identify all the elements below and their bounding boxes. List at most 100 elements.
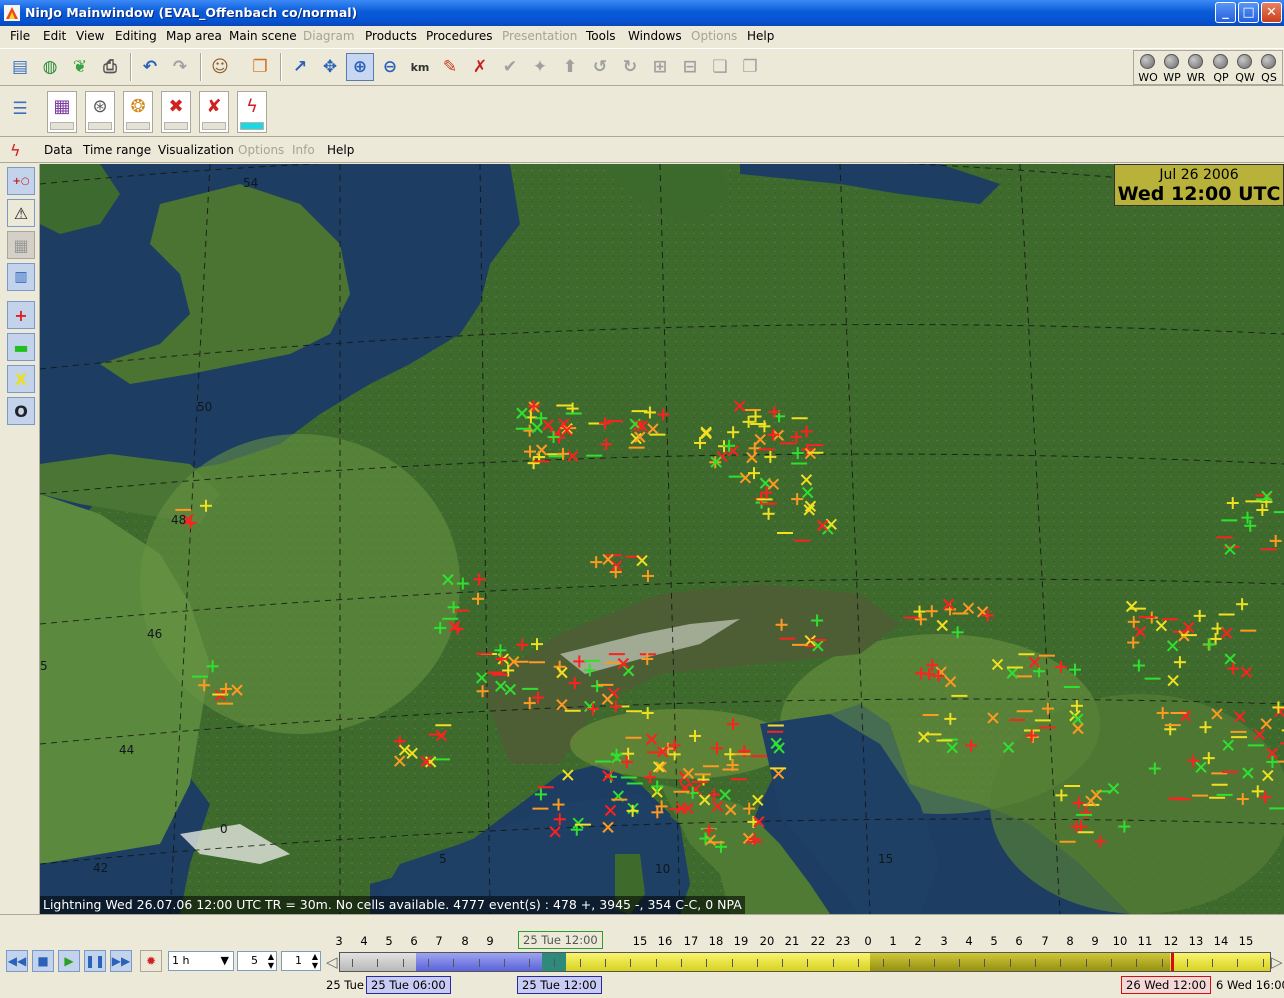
lightning-stroke	[1080, 806, 1093, 819]
menu-tools[interactable]: Tools	[586, 29, 616, 43]
cloud-cloud-toggle[interactable]: X	[7, 365, 35, 393]
lightning-stroke	[987, 712, 999, 724]
add-point-button[interactable]: ⊞	[646, 53, 674, 81]
frames-spinner[interactable]: 5 ▲ ▼	[237, 951, 277, 971]
layer-manager-button[interactable]: ❐	[246, 53, 274, 81]
product-radar-button[interactable]: ⊛	[85, 91, 115, 133]
menu-presentation[interactable]: Presentation	[502, 29, 577, 43]
menu-windows[interactable]: Windows	[628, 29, 682, 43]
print-button[interactable]: ⎙	[96, 53, 124, 81]
zoom-in-button[interactable]: ⊕	[346, 53, 374, 81]
menu-products[interactable]: Products	[365, 29, 417, 43]
menu-procedures[interactable]: Procedures	[426, 29, 493, 43]
open-button[interactable]: ▤	[6, 53, 34, 81]
submenu-visualization[interactable]: Visualization	[158, 143, 234, 157]
minimize-button[interactable]: _	[1215, 2, 1236, 23]
lightning-stroke	[800, 474, 813, 486]
measure-km-button[interactable]: km	[406, 53, 434, 81]
time-step-select[interactable]: 1 h ▼	[168, 951, 234, 971]
speed-spinner[interactable]: 1 ▲ ▼	[281, 951, 321, 971]
menu-map-area[interactable]: Map area	[166, 29, 222, 43]
lightning-stroke	[725, 804, 737, 816]
current-time-marker[interactable]	[1171, 953, 1174, 971]
pin-button[interactable]: ⬆	[556, 53, 584, 81]
timeline-panel: ◀◀ ■ ▶ ❚❚ ▶▶ ✹ 1 h ▼ 5 ▲ ▼ 1 ▲ ▼ ◁ ▷ 34567891…	[0, 914, 1284, 998]
lightning-stroke	[1026, 730, 1039, 743]
accept-button[interactable]: ✔	[496, 53, 524, 81]
stop-button[interactable]: ■	[32, 950, 54, 972]
save-scene-button[interactable]: ❦	[66, 53, 94, 81]
menu-main-scene[interactable]: Main scene	[229, 29, 297, 43]
step-back-button[interactable]: ◀◀	[6, 950, 28, 972]
menu-diagram[interactable]: Diagram	[303, 29, 355, 43]
add-point-icon: ⊞	[652, 56, 668, 77]
track-tick	[630, 959, 631, 967]
product-warnings-button[interactable]: ✖	[161, 91, 191, 133]
positive-strokes-toggle[interactable]: +	[7, 301, 35, 329]
negative-strokes-toggle[interactable]: ▬	[7, 333, 35, 361]
copy-button[interactable]: ❏	[706, 53, 734, 81]
user-settings-button[interactable]: ☺	[206, 53, 234, 81]
maximize-button[interactable]: □	[1238, 2, 1259, 23]
play-button[interactable]: ▶	[58, 950, 80, 972]
paste-button[interactable]: ❐	[736, 53, 764, 81]
submenu-help[interactable]: Help	[327, 143, 354, 157]
time-slider-track[interactable]	[339, 952, 1271, 972]
lightning-stroke	[1125, 600, 1138, 613]
delete-product-button[interactable]: ✗	[466, 53, 494, 81]
close-button[interactable]: ✕	[1261, 2, 1282, 23]
redo-button[interactable]: ↷	[166, 53, 194, 81]
edit-product-button[interactable]: ✎	[436, 53, 464, 81]
triangle-tool-button[interactable]: ⚠	[7, 199, 35, 227]
lightning-stroke	[1195, 761, 1207, 773]
submenu-info[interactable]: Info	[292, 143, 315, 157]
menu-file[interactable]: File	[10, 29, 30, 43]
timeseries-tool-button[interactable]: ▥	[7, 263, 35, 291]
submenu-time-range[interactable]: Time range	[83, 143, 151, 157]
timeline-left-arrow-icon[interactable]: ◁	[326, 953, 338, 971]
layer-stack-button[interactable]: ☰	[6, 95, 34, 123]
select-tool-button[interactable]: ↗	[286, 53, 314, 81]
product-lightning-button[interactable]: ϟ	[237, 91, 267, 133]
open-scene-button[interactable]: ◍	[36, 53, 64, 81]
pause-button[interactable]: ❚❚	[84, 950, 106, 972]
track-tick	[1263, 959, 1264, 967]
product-synop-button[interactable]: ▦	[47, 91, 77, 133]
menu-view[interactable]: View	[76, 29, 104, 43]
animation-settings-button[interactable]: ✹	[140, 950, 162, 972]
step-forward-button[interactable]: ▶▶	[110, 950, 132, 972]
track-tick	[428, 959, 429, 967]
menu-edit[interactable]: Edit	[43, 29, 66, 43]
lightning-stroke	[1134, 625, 1146, 638]
submenu-options[interactable]: Options	[238, 143, 284, 157]
remove-point-button[interactable]: ⊟	[676, 53, 704, 81]
timeline-right-arrow-icon[interactable]: ▷	[1271, 953, 1283, 971]
rotate-left-button[interactable]: ↺	[586, 53, 614, 81]
rotate-right-button[interactable]: ↻	[616, 53, 644, 81]
symbol-legend-button[interactable]: +○	[7, 167, 35, 195]
menu-help[interactable]: Help	[747, 29, 774, 43]
lightning-stroke	[599, 417, 612, 430]
npa-toggle[interactable]: O	[7, 397, 35, 425]
submenu-data[interactable]: Data	[44, 143, 73, 157]
lightning-stroke	[754, 433, 766, 446]
ninjo-main-window: NinJo Mainwindow (EVAL_Offenbach co/norm…	[0, 0, 1284, 998]
map-view[interactable]: 54 50 48 46 44 42 5 10 15 0 5 Jul 26 200…	[40, 164, 1284, 914]
undo-button[interactable]: ↶	[136, 53, 164, 81]
product-obs-button[interactable]: ✘	[199, 91, 229, 133]
menu-editing[interactable]: Editing	[115, 29, 157, 43]
grid-tool-button[interactable]: ▦	[7, 231, 35, 259]
track-tick	[833, 959, 834, 967]
time-step-value: 1 h	[172, 954, 190, 967]
pan-tool-button[interactable]: ✥	[316, 53, 344, 81]
zoom-out-button[interactable]: ⊖	[376, 53, 404, 81]
minus-icon: ▬	[13, 337, 29, 357]
cursor-star-button[interactable]: ✦	[526, 53, 554, 81]
layer-menu-bar: ϟ Data Time range Visualization Options …	[0, 138, 1284, 163]
status-label-qw: QW	[1235, 71, 1255, 84]
stop-icon: ■	[37, 954, 49, 968]
product-satellite-button[interactable]: ❂	[123, 91, 153, 133]
lightning-stroke	[1006, 667, 1018, 679]
lightning-strikes-layer	[175, 400, 1284, 853]
menu-options[interactable]: Options	[691, 29, 737, 43]
